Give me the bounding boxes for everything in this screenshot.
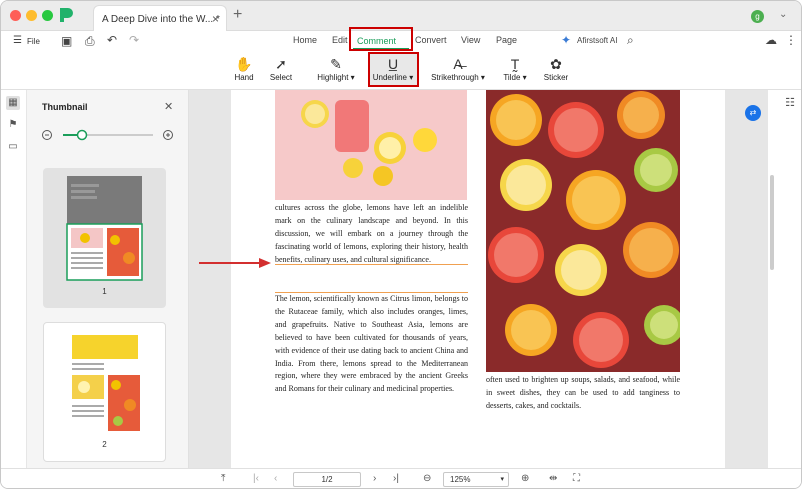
underline-icon: U̲ [387, 56, 399, 72]
app-window: A Deep Dive into the W... * × + g ⌄ ☰ Fi… [0, 0, 802, 489]
tab-home[interactable]: Home [293, 35, 317, 45]
ai-button[interactable]: Afirstsoft AI [577, 36, 617, 45]
tab-convert[interactable]: Convert [415, 35, 447, 45]
file-menu[interactable]: File [27, 37, 40, 46]
highlight-tool[interactable]: ✎ Highlight ▾ [313, 55, 359, 82]
comment-icon[interactable]: ▭ [6, 140, 20, 154]
hand-label: Hand [234, 73, 254, 82]
skip-back-icon[interactable]: |‹ [253, 473, 259, 484]
ai-sparkle-icon: ✦ [561, 33, 572, 47]
document-page: cultures across the globe, lemons have l… [231, 90, 725, 468]
fit-page-icon[interactable]: ⛶ [573, 473, 580, 484]
citrus-image [486, 90, 680, 372]
bookmark-icon[interactable]: ⚑ [6, 118, 20, 132]
properties-icon[interactable]: ☷ [783, 96, 797, 110]
tilde-label: Tilde [503, 73, 521, 82]
search-icon[interactable]: ⌕ [627, 33, 634, 48]
thumbnail-zoom-slider[interactable] [41, 128, 181, 142]
page-number-2: 2 [102, 440, 107, 449]
lemonade-image [275, 90, 467, 200]
panel-title: Thumbnail [42, 102, 88, 112]
bottom-bar: ⤒ |‹ ‹ 1/2 › ›| ⊖ 125% ▾ ⊕ ⇹ ⛶ [1, 468, 801, 488]
right-rail: ☷ [767, 90, 801, 468]
app-logo-icon [60, 8, 73, 22]
sticker-icon: ✿ [550, 56, 562, 72]
chevron-down-icon[interactable]: ⌄ [779, 9, 787, 20]
paragraph-2[interactable]: The lemon, scientifically known as Citru… [275, 292, 468, 396]
thumbnail-icon[interactable]: ▦ [6, 96, 20, 110]
zoom-value: 125% [450, 475, 471, 484]
next-page-icon[interactable]: › [373, 473, 376, 484]
translate-icon[interactable]: ⇄ [745, 105, 761, 121]
zoom-out-icon[interactable]: ⊖ [423, 473, 431, 484]
first-page-icon[interactable]: ⤒ [221, 473, 225, 484]
sticker-tool[interactable]: ✿ Sticker [542, 55, 570, 82]
close-panel-icon[interactable]: ✕ [164, 100, 173, 113]
page-number-input[interactable]: 1/2 [293, 472, 361, 487]
more-icon[interactable]: ⋮ [785, 33, 797, 47]
menu-icon[interactable]: ☰ [13, 35, 22, 46]
avatar[interactable]: g [751, 10, 764, 23]
last-page-icon[interactable]: ›| [393, 473, 399, 484]
page-number-1: 1 [102, 287, 107, 296]
previous-page-icon[interactable]: ‹ [274, 473, 277, 484]
underline-tool[interactable]: U̲ Underline ▾ [369, 55, 417, 82]
underline-annotation [275, 231, 468, 265]
active-tab-underline [353, 48, 409, 49]
hand-icon: ✋ [235, 56, 253, 72]
maximize-window-button[interactable] [42, 10, 53, 21]
vertical-scrollbar[interactable] [770, 175, 774, 270]
save-icon[interactable]: ▣ [61, 34, 72, 48]
minimize-window-button[interactable] [26, 10, 37, 21]
left-rail: ▦ ⚑ ▭ [1, 90, 27, 468]
select-tool[interactable]: ➚ Select [267, 55, 295, 82]
tilde-tool[interactable]: T̰ Tilde ▾ [500, 55, 530, 82]
strikethrough-tool[interactable]: A̶ Strikethrough ▾ [429, 55, 487, 82]
paragraph-3[interactable]: often used to brighten up soups, salads,… [486, 374, 680, 413]
cursor-icon: ➚ [275, 56, 287, 72]
red-arrow-icon [199, 258, 271, 268]
document-viewport[interactable]: cultures across the globe, lemons have l… [189, 90, 767, 468]
cloud-upload-icon[interactable]: ☁ [765, 33, 777, 47]
strikethrough-icon: A̶ [453, 56, 463, 72]
thumbnail-panel: Thumbnail ✕ 1 2 [27, 90, 189, 468]
tilde-icon: T̰ [510, 56, 520, 72]
tab-page[interactable]: Page [496, 35, 517, 45]
tab-edit[interactable]: Edit [332, 35, 348, 45]
select-label: Select [269, 73, 293, 82]
document-tab[interactable]: A Deep Dive into the W... * × [93, 5, 227, 31]
hand-tool[interactable]: ✋ Hand [233, 55, 255, 82]
tab-comment[interactable]: Comment [357, 36, 396, 46]
strikethrough-label: Strikethrough [431, 73, 479, 82]
close-window-button[interactable] [10, 10, 21, 21]
zoom-dropdown-icon: ▾ [500, 476, 504, 483]
print-icon[interactable]: ⎙ [85, 34, 95, 49]
close-tab-icon[interactable]: × [212, 12, 219, 26]
tab-title: A Deep Dive into the W... [102, 14, 214, 25]
underline-label: Underline [372, 73, 407, 82]
pen-icon: ✎ [330, 56, 342, 72]
new-tab-button[interactable]: + [233, 6, 242, 24]
undo-icon[interactable]: ↶ [107, 33, 117, 47]
highlight-label: Highlight [317, 73, 349, 82]
fit-width-icon[interactable]: ⇹ [549, 473, 557, 484]
sticker-label: Sticker [543, 73, 569, 82]
zoom-in-icon[interactable]: ⊕ [521, 473, 529, 484]
tab-view[interactable]: View [461, 35, 480, 45]
zoom-select[interactable]: 125% ▾ [443, 472, 509, 487]
redo-icon[interactable]: ↷ [129, 33, 139, 47]
